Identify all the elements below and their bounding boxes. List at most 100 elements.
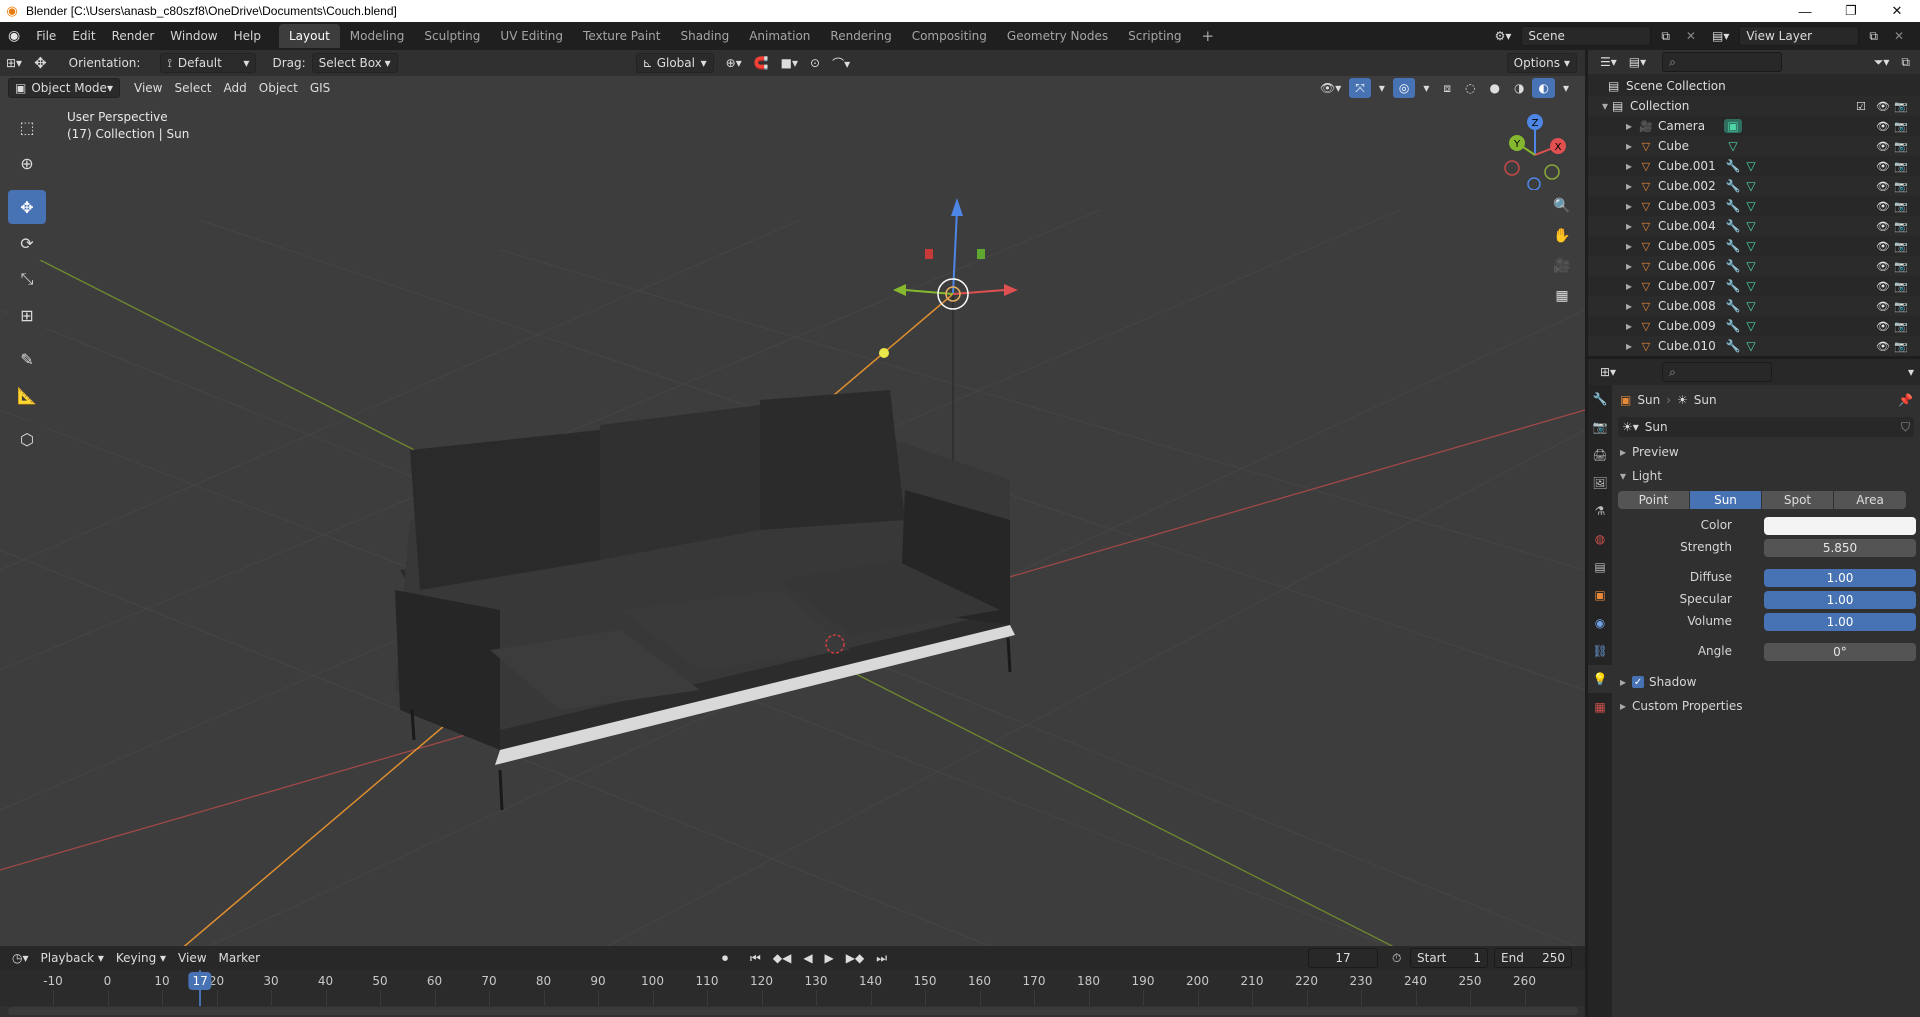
view-layer-tab-icon[interactable]: 🖼 xyxy=(1588,469,1612,497)
timeline-menu-playback[interactable]: Playback ▾ xyxy=(35,948,110,968)
pivot-point-icon[interactable]: ⊕▾ xyxy=(720,53,748,73)
mesh-data-icon[interactable]: ▽ xyxy=(1742,339,1760,353)
outliner-item[interactable]: ▸ ▽ Cube.003 🔧 ▽ 👁 📷 xyxy=(1588,196,1920,216)
tab-rendering[interactable]: Rendering xyxy=(820,24,901,48)
playhead-label[interactable]: 17 xyxy=(188,972,212,990)
outliner-item[interactable]: ▸ ▽ Cube.008 🔧 ▽ 👁 📷 xyxy=(1588,296,1920,316)
expand-arrow-icon[interactable]: ▸ xyxy=(1588,199,1632,213)
modifier-wrench-icon[interactable]: 🔧 xyxy=(1724,279,1742,293)
jump-end-icon[interactable]: ⏭ xyxy=(870,948,893,968)
light-type-point[interactable]: Point xyxy=(1618,491,1689,509)
move-tool-icon[interactable]: ✥ xyxy=(28,53,53,73)
expand-arrow-icon[interactable]: ▸ xyxy=(1588,139,1632,153)
overlays-toggle-icon[interactable]: ◎ xyxy=(1392,78,1416,98)
light-type-area[interactable]: Area xyxy=(1834,491,1906,509)
cursor-tool-icon[interactable]: ⊕ xyxy=(8,146,46,180)
tab-uv-editing[interactable]: UV Editing xyxy=(490,24,573,48)
eye-icon[interactable]: 👁 xyxy=(1876,240,1890,253)
eye-icon[interactable]: 👁 xyxy=(1876,280,1890,293)
menu-edit[interactable]: Edit xyxy=(64,25,103,47)
render-tab-icon[interactable]: 📷 xyxy=(1588,413,1612,441)
tool-tab-icon[interactable]: 🔧 xyxy=(1588,385,1612,413)
timeline-menu-view[interactable]: View xyxy=(172,948,212,968)
minimize-button[interactable]: — xyxy=(1782,0,1828,22)
editor-type-icon[interactable]: ⊞▾ xyxy=(0,53,28,73)
modifier-wrench-icon[interactable]: 🔧 xyxy=(1724,339,1742,353)
add-cube-tool-icon[interactable]: ⬡ xyxy=(8,422,46,456)
camera-render-icon[interactable]: 📷 xyxy=(1894,300,1908,313)
modifier-wrench-icon[interactable]: 🔧 xyxy=(1724,319,1742,333)
mesh-data-icon[interactable]: ▽ xyxy=(1742,279,1760,293)
expand-arrow-icon[interactable]: ▸ xyxy=(1588,259,1632,273)
physics-tab-icon[interactable]: ◉ xyxy=(1588,609,1612,637)
zoom-icon[interactable]: 🔍 xyxy=(1549,193,1575,219)
outliner-item[interactable]: ▸ ▽ Cube ▽ 👁 📷 xyxy=(1588,136,1920,156)
outliner-item[interactable]: ▸ ▽ Cube.002 🔧 ▽ 👁 📷 xyxy=(1588,176,1920,196)
rotate-tool-icon[interactable]: ⟳ xyxy=(8,226,46,260)
mesh-data-icon[interactable]: ▽ xyxy=(1742,299,1760,313)
new-collection-icon[interactable]: ⧉ xyxy=(1895,52,1916,72)
volume-slider[interactable]: 1.00 xyxy=(1764,613,1916,631)
eye-icon[interactable]: 👁 xyxy=(1876,340,1890,353)
prev-keyframe-icon[interactable]: ◆◀ xyxy=(767,948,797,968)
eye-icon[interactable]: 👁 xyxy=(1876,160,1890,173)
mesh-data-icon[interactable]: ▽ xyxy=(1742,199,1760,213)
overlays-options-icon[interactable]: ▾ xyxy=(1417,78,1435,98)
modifier-wrench-icon[interactable]: 🔧 xyxy=(1724,199,1742,213)
next-keyframe-icon[interactable]: ▶◆ xyxy=(840,948,870,968)
proportional-editing-icon[interactable]: ⊙ xyxy=(804,53,826,73)
expand-arrow-icon[interactable]: ▾ xyxy=(1588,99,1608,113)
tab-animation[interactable]: Animation xyxy=(739,24,820,48)
camera-render-icon[interactable]: 📷 xyxy=(1894,340,1908,353)
current-frame-field[interactable]: 17 xyxy=(1308,948,1378,968)
menu-file[interactable]: File xyxy=(28,25,64,47)
camera-render-icon[interactable]: 📷 xyxy=(1894,140,1908,153)
eye-icon[interactable]: 👁 xyxy=(1876,320,1890,333)
outliner-collection[interactable]: ▾ ▤ Collection ☑ 👁 📷 xyxy=(1588,96,1920,116)
tab-scripting[interactable]: Scripting xyxy=(1118,24,1191,48)
new-view-layer-icon[interactable]: ⧉ xyxy=(1863,26,1884,46)
camera-render-icon[interactable]: 📷 xyxy=(1894,160,1908,173)
outliner-scene-collection[interactable]: ▤ Scene Collection xyxy=(1588,76,1920,96)
move-tool-button-icon[interactable]: ✥ xyxy=(8,190,46,224)
menu-window[interactable]: Window xyxy=(162,25,225,47)
filter-icon[interactable]: ⏷▾ xyxy=(1868,52,1896,72)
mesh-data-icon[interactable]: ▽ xyxy=(1724,139,1742,153)
mesh-data-icon[interactable]: ▽ xyxy=(1742,219,1760,233)
tab-modeling[interactable]: Modeling xyxy=(340,24,415,48)
play-icon[interactable]: ▶ xyxy=(819,948,840,968)
sun-target-handle[interactable] xyxy=(879,348,889,358)
viewport-menu-object[interactable]: Object xyxy=(253,78,304,98)
expand-arrow-icon[interactable]: ▸ xyxy=(1588,279,1632,293)
tab-shading[interactable]: Shading xyxy=(670,24,739,48)
proportional-falloff-icon[interactable]: ⌒▾ xyxy=(826,53,856,73)
color-swatch[interactable] xyxy=(1764,517,1916,535)
camera-render-icon[interactable]: 📷 xyxy=(1894,220,1908,233)
expand-arrow-icon[interactable]: ▸ xyxy=(1588,239,1632,253)
light-panel-header[interactable]: ▾ Light xyxy=(1620,469,1662,483)
modifier-wrench-icon[interactable]: 🔧 xyxy=(1724,259,1742,273)
frame-range-clock-icon[interactable]: ⏱ xyxy=(1386,948,1407,968)
constraints-tab-icon[interactable]: ⛓ xyxy=(1588,637,1612,665)
eye-icon[interactable]: 👁 xyxy=(1876,100,1890,113)
display-mode-icon[interactable]: ▤▾ xyxy=(1623,52,1652,72)
end-frame-field[interactable]: End 250 xyxy=(1494,948,1572,968)
texture-tab-icon[interactable]: ▦ xyxy=(1588,693,1612,721)
scene-name-field[interactable]: Scene xyxy=(1521,26,1652,46)
close-button[interactable]: ✕ xyxy=(1874,0,1920,22)
record-keyframe-icon[interactable]: ⏺ xyxy=(716,948,734,968)
outliner-editor-type-icon[interactable]: ☰▾ xyxy=(1594,52,1623,72)
jump-start-icon[interactable]: ⏮ xyxy=(744,948,767,968)
tab-compositing[interactable]: Compositing xyxy=(902,24,997,48)
output-tab-icon[interactable]: 🖨 xyxy=(1588,441,1612,469)
preview-panel-header[interactable]: ▸ Preview xyxy=(1620,445,1679,459)
transform-gizmo[interactable] xyxy=(893,198,1018,310)
viewport-menu-gis[interactable]: GIS xyxy=(304,78,336,98)
scene-selector-icon[interactable]: ⚙▾ xyxy=(1489,26,1518,46)
eye-icon[interactable]: 👁 xyxy=(1876,200,1890,213)
viewport-scene[interactable] xyxy=(0,50,1585,946)
remove-view-layer-icon[interactable]: ✕ xyxy=(1888,26,1910,46)
modifier-wrench-icon[interactable]: 🔧 xyxy=(1724,159,1742,173)
light-data-tab-icon[interactable]: 💡 xyxy=(1588,665,1612,693)
shadow-checkbox[interactable]: ✓ xyxy=(1632,676,1645,688)
